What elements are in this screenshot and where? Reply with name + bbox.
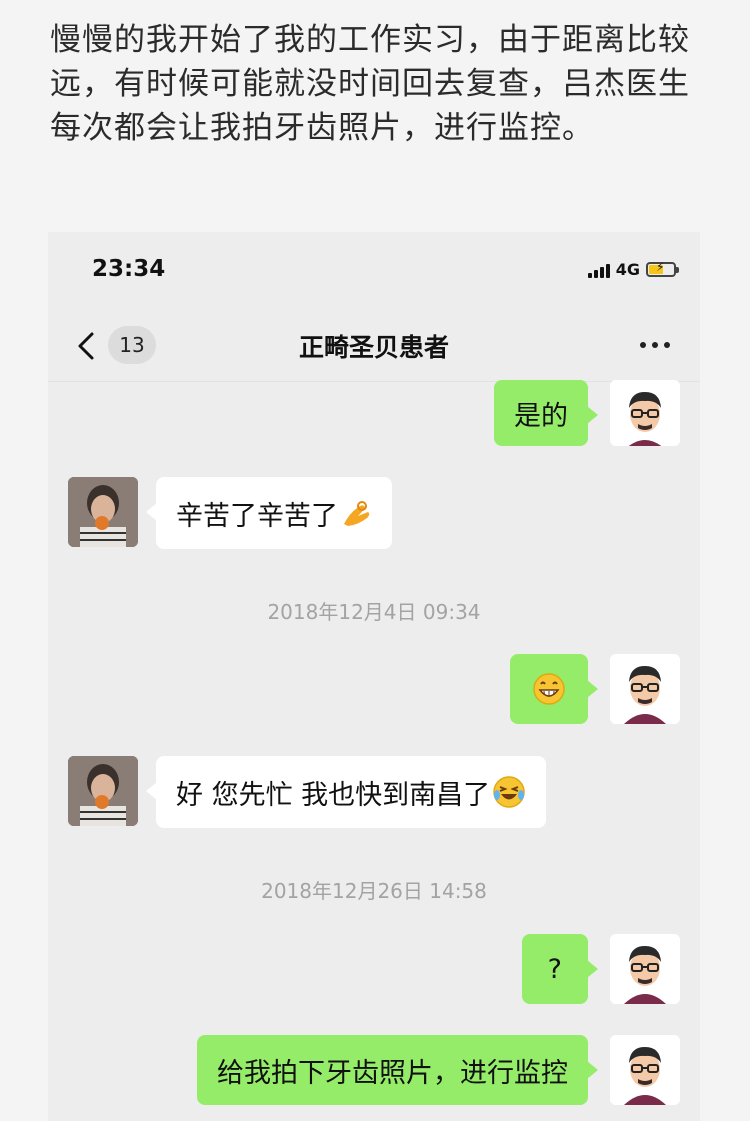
- message-row: 给我拍下牙齿照片，进行监控: [48, 1035, 700, 1105]
- doctor-avatar[interactable]: [610, 934, 680, 1004]
- doctor-avatar[interactable]: [610, 654, 680, 724]
- message-text: 是的: [514, 400, 568, 432]
- network-type: 4G: [615, 260, 640, 279]
- message-row: 好 您先忙 我也快到南昌了: [48, 756, 700, 828]
- outgoing-message-bubble[interactable]: ?: [521, 934, 599, 1004]
- patient-photo-icon: [68, 756, 138, 826]
- grinning-emoji-icon: [533, 673, 565, 705]
- status-indicators: 4G ⚡: [587, 260, 679, 279]
- outgoing-message-bubble[interactable]: 给我拍下牙齿照片，进行监控: [197, 1035, 598, 1105]
- message-row: 辛苦了辛苦了: [48, 477, 700, 549]
- doctor-cartoon-icon: [610, 654, 680, 724]
- message-text: ?: [547, 953, 562, 985]
- message-row: ?: [48, 934, 700, 1004]
- status-bar: 23:34 4G ⚡: [48, 232, 700, 310]
- message-timestamp: 2018年12月26日 14:58: [261, 879, 487, 903]
- incoming-message-bubble[interactable]: 辛苦了辛苦了: [146, 477, 392, 549]
- message-list[interactable]: 是的 辛苦了辛苦了 2018年12月4日 09:34 好 您先忙 我也快到南昌了…: [48, 380, 700, 1121]
- intro-paragraph: 慢慢的我开始了我的工作实习，由于距离比较远，有时候可能就没时间回去复查，吕杰医生…: [50, 22, 690, 146]
- message-text: 辛苦了辛苦了: [176, 500, 338, 532]
- signal-icon: [587, 262, 610, 278]
- outgoing-message-bubble[interactable]: [510, 654, 598, 724]
- chat-screenshot: 23:34 4G ⚡ 13 正畸圣贝患者 是的 辛苦了辛苦了 2018年12月4…: [48, 232, 700, 1121]
- message-row: [48, 654, 700, 724]
- patient-photo-icon: [68, 477, 138, 547]
- chat-nav-bar: 13 正畸圣贝患者: [48, 310, 700, 382]
- incoming-message-bubble[interactable]: 好 您先忙 我也快到南昌了: [145, 756, 547, 828]
- battery-icon: ⚡: [646, 260, 679, 277]
- message-row: 是的: [48, 380, 700, 450]
- doctor-cartoon-icon: [610, 934, 680, 1004]
- patient-avatar[interactable]: [68, 477, 138, 547]
- patient-avatar[interactable]: [68, 756, 138, 826]
- more-options-icon[interactable]: [640, 342, 670, 348]
- message-timestamp: 2018年12月4日 09:34: [267, 600, 481, 624]
- chat-title: 正畸圣贝患者: [298, 333, 449, 362]
- laughing-tears-emoji-icon: [493, 776, 525, 808]
- outgoing-message-bubble[interactable]: 是的: [494, 380, 598, 446]
- ok-hand-emoji-icon: [344, 501, 370, 526]
- doctor-avatar[interactable]: [610, 380, 680, 446]
- doctor-cartoon-icon: [610, 1035, 680, 1105]
- doctor-cartoon-icon: [610, 380, 680, 446]
- message-text: 给我拍下牙齿照片，进行监控: [217, 1057, 568, 1089]
- message-text: 好 您先忙 我也快到南昌了: [176, 779, 491, 811]
- doctor-avatar[interactable]: [610, 1035, 680, 1105]
- status-time: 23:34: [92, 256, 166, 282]
